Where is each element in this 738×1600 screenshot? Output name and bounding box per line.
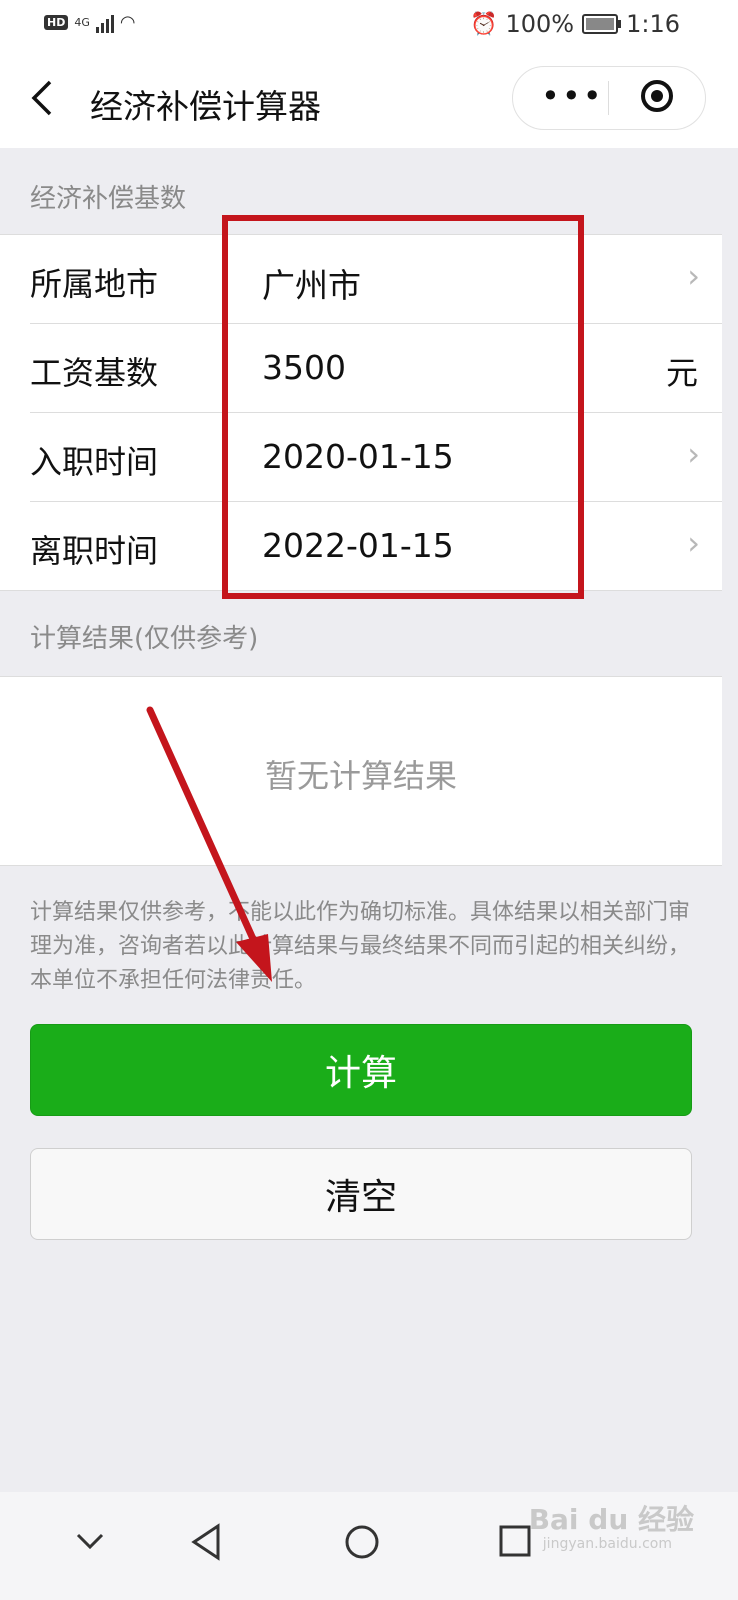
watermark-logo: Bai du 经验 [528, 1503, 694, 1536]
back-triangle-icon[interactable] [190, 1522, 222, 1562]
home-circle-icon[interactable] [344, 1522, 380, 1562]
annotation-arrow [146, 706, 272, 982]
recent-square-icon[interactable] [498, 1522, 532, 1562]
watermark-url: jingyan.baidu.com [542, 1536, 672, 1552]
chevron-down-icon[interactable] [76, 1532, 104, 1550]
